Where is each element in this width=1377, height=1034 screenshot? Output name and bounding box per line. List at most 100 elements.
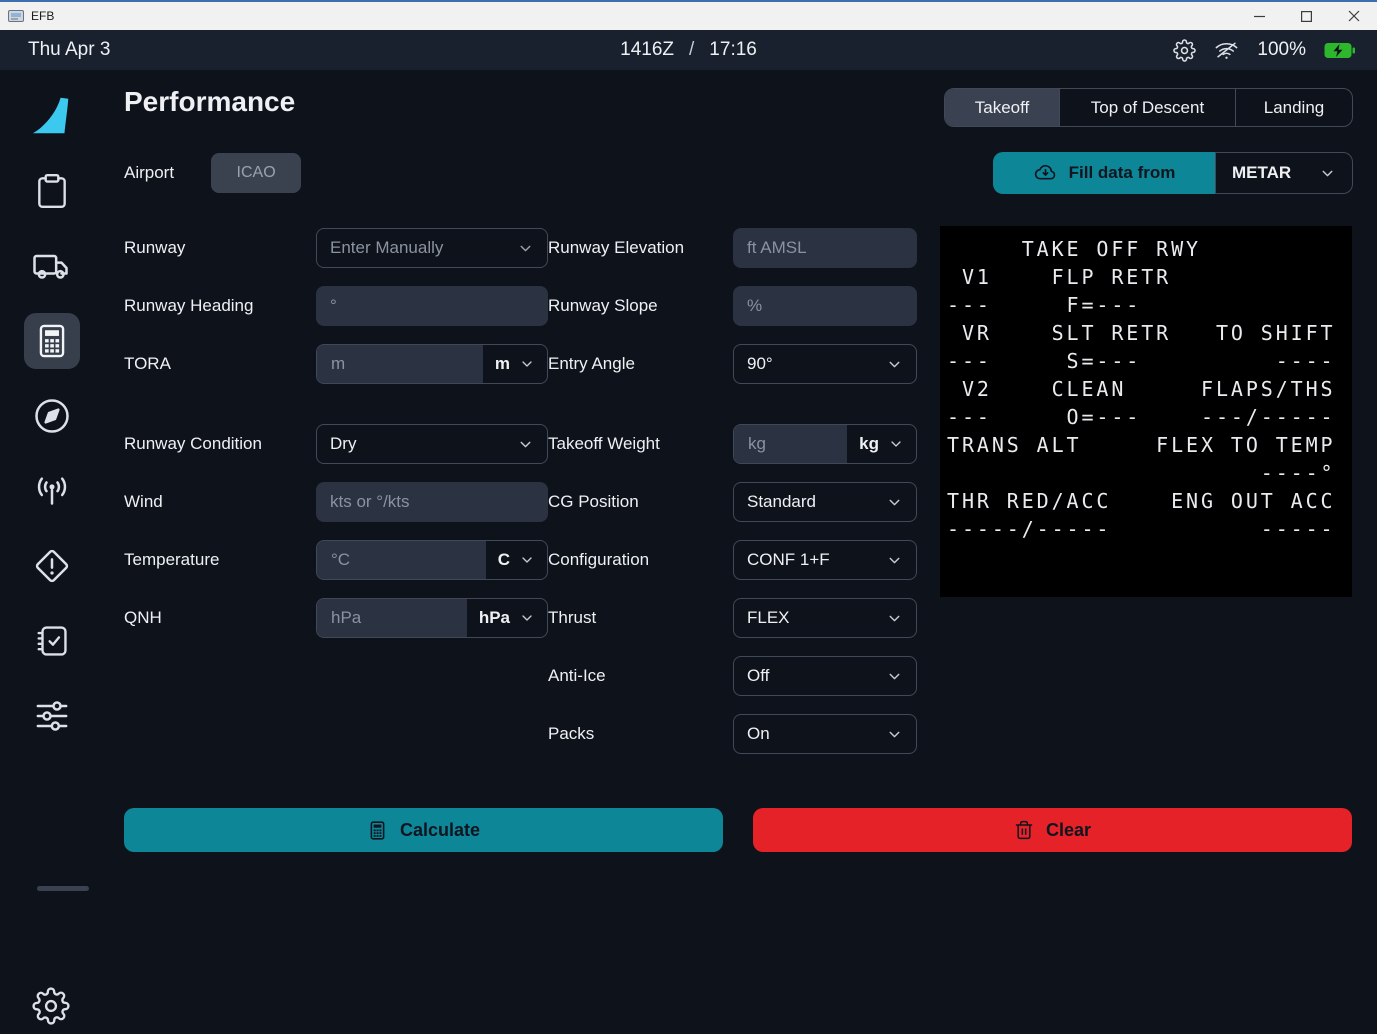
form-row: Temperature C xyxy=(124,540,548,580)
qnh-unit-dropdown[interactable]: hPa xyxy=(467,599,547,637)
runway-condition-label: Runway Condition xyxy=(124,434,316,454)
runway-elevation-label: Runway Elevation xyxy=(548,238,733,258)
chevron-down-icon xyxy=(886,552,903,569)
chevron-down-icon xyxy=(888,436,904,452)
sidebar-item-performance[interactable] xyxy=(24,313,80,369)
sidebar xyxy=(0,70,103,993)
tab-landing[interactable]: Landing xyxy=(1235,89,1352,126)
form-row: Configuration CONF 1+F xyxy=(548,540,917,580)
antenna-icon xyxy=(32,471,72,511)
tab-takeoff[interactable]: Takeoff xyxy=(945,89,1059,126)
chevron-down-icon xyxy=(886,356,903,373)
wind-input[interactable] xyxy=(316,482,548,522)
packs-select[interactable]: On xyxy=(733,714,917,754)
form-row: Entry Angle 90° xyxy=(548,344,917,384)
tab-top-of-descent[interactable]: Top of Descent xyxy=(1059,89,1235,126)
mcdu-takeoff-display: TAKE OFF RWY V1 FLP RETR --- F=--- VR SL… xyxy=(940,226,1352,597)
runway-slope-input[interactable] xyxy=(733,286,917,326)
sidebar-item-atc[interactable] xyxy=(24,463,80,519)
takeoff-weight-input[interactable] xyxy=(734,425,847,463)
calculator-icon xyxy=(367,820,388,841)
runway-elevation-input[interactable] xyxy=(733,228,917,268)
tora-unit-dropdown[interactable]: m xyxy=(483,345,547,383)
form-column-right: Runway Elevation Runway Slope Entry Angl… xyxy=(548,228,917,772)
configuration-select[interactable]: CONF 1+F xyxy=(733,540,917,580)
qnh-input[interactable] xyxy=(317,599,467,637)
anti-ice-label: Anti-Ice xyxy=(548,666,733,686)
cg-position-select[interactable]: Standard xyxy=(733,482,917,522)
thrust-select[interactable]: FLEX xyxy=(733,598,917,638)
chevron-down-icon xyxy=(517,436,534,453)
packs-value: On xyxy=(747,724,770,744)
warning-diamond-icon xyxy=(32,546,72,586)
runway-heading-label: Runway Heading xyxy=(124,296,316,316)
close-button[interactable] xyxy=(1330,2,1377,30)
temperature-input[interactable] xyxy=(317,541,486,579)
chevron-down-icon xyxy=(519,552,535,568)
runway-condition-value: Dry xyxy=(330,434,356,454)
checklist-icon xyxy=(33,622,71,660)
runway-condition-select[interactable]: Dry xyxy=(316,424,548,464)
cloud-download-icon xyxy=(1033,161,1058,186)
airport-icao-input[interactable] xyxy=(211,153,301,193)
qnh-label: QNH xyxy=(124,608,316,628)
sidebar-item-checklists[interactable] xyxy=(24,613,80,669)
utc-time: 1416Z xyxy=(620,39,674,61)
takeoff-weight-unit-dropdown[interactable]: kg xyxy=(847,425,916,463)
form-row: Runway Enter Manually xyxy=(124,228,548,268)
chevron-down-icon xyxy=(517,240,534,257)
clear-button[interactable]: Clear xyxy=(753,808,1352,852)
sidebar-item-dashboard[interactable] xyxy=(24,88,80,144)
chevron-down-icon xyxy=(519,610,535,626)
entry-angle-select[interactable]: 90° xyxy=(733,344,917,384)
performance-page: Performance Takeoff Top of Descent Landi… xyxy=(103,70,1377,993)
local-time: 17:16 xyxy=(709,39,757,61)
wind-label: Wind xyxy=(124,492,316,512)
window-controls xyxy=(1236,2,1377,30)
sidebar-divider xyxy=(37,886,89,891)
sidebar-item-ground[interactable] xyxy=(24,238,80,294)
efb-app-icon xyxy=(8,10,24,23)
configuration-label: Configuration xyxy=(548,550,733,570)
performance-tabs: Takeoff Top of Descent Landing xyxy=(944,88,1353,127)
statusbar: Thu Apr 3 1416Z / 17:16 100% xyxy=(0,30,1377,70)
tora-unit-value: m xyxy=(495,354,510,374)
airline-tail-logo-icon xyxy=(29,93,75,139)
fill-source-dropdown[interactable]: METAR xyxy=(1215,152,1353,194)
sidebar-item-dispatch[interactable] xyxy=(24,163,80,219)
chevron-down-icon xyxy=(886,494,903,511)
runway-heading-input[interactable] xyxy=(316,286,548,326)
calculate-button[interactable]: Calculate xyxy=(124,808,723,852)
minimize-button[interactable] xyxy=(1236,2,1283,30)
statusbar-settings-gear-icon[interactable] xyxy=(1173,39,1196,62)
sidebar-item-presets[interactable] xyxy=(24,688,80,744)
calculator-icon xyxy=(33,322,71,360)
sidebar-item-failures[interactable] xyxy=(24,538,80,594)
battery-charging-icon xyxy=(1324,42,1355,59)
runway-select[interactable]: Enter Manually xyxy=(316,228,548,268)
form-row: Takeoff Weight kg xyxy=(548,424,917,464)
fill-data-button[interactable]: Fill data from xyxy=(993,152,1215,194)
chevron-down-icon xyxy=(886,726,903,743)
sidebar-item-settings[interactable] xyxy=(23,978,79,1034)
sidebar-item-navigation[interactable] xyxy=(24,388,80,444)
temperature-unit-dropdown[interactable]: C xyxy=(486,541,547,579)
form-row: Thrust FLEX xyxy=(548,598,917,638)
maximize-button[interactable] xyxy=(1283,2,1330,30)
form-column-left: Runway Enter Manually Runway Heading TOR… xyxy=(124,228,548,656)
anti-ice-value: Off xyxy=(747,666,769,686)
anti-ice-select[interactable]: Off xyxy=(733,656,917,696)
form-row: TORA m xyxy=(124,344,548,384)
cg-position-label: CG Position xyxy=(548,492,733,512)
runway-select-value: Enter Manually xyxy=(330,238,443,258)
packs-label: Packs xyxy=(548,724,733,744)
clear-label: Clear xyxy=(1046,820,1091,841)
configuration-value: CONF 1+F xyxy=(747,550,830,570)
tora-input[interactable] xyxy=(317,345,483,383)
tora-label: TORA xyxy=(124,354,316,374)
mcdu-display-text: TAKE OFF RWY V1 FLP RETR --- F=--- VR SL… xyxy=(940,226,1352,543)
statusbar-date: Thu Apr 3 xyxy=(28,39,110,61)
airport-label: Airport xyxy=(124,163,174,183)
form-row: Packs On xyxy=(548,714,917,754)
takeoff-weight-unit-value: kg xyxy=(859,434,879,454)
